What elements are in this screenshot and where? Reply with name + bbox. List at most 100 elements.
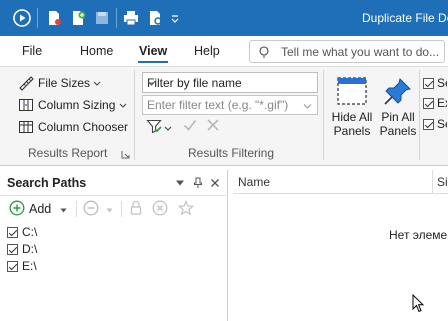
column-sizing-label: Column Sizing bbox=[38, 98, 116, 112]
lock-icon bbox=[129, 200, 143, 219]
add-path-label: Add bbox=[29, 202, 52, 216]
results-panel: Name Si Нет элеме bbox=[233, 170, 448, 321]
print-icon[interactable] bbox=[121, 8, 141, 28]
add-circle-icon bbox=[9, 200, 25, 219]
panel-menu-icon[interactable] bbox=[173, 176, 187, 190]
remove-circle-icon bbox=[83, 200, 99, 219]
path-item-label: E:\ bbox=[22, 259, 37, 273]
ribbon-group-divider bbox=[323, 70, 324, 160]
hide-all-label-line1: Hide All bbox=[331, 110, 373, 124]
filter-icon bbox=[146, 118, 162, 137]
apply-filter-icon[interactable] bbox=[183, 118, 197, 135]
hide-all-label-line2: Panels bbox=[333, 124, 371, 138]
checkbox-checked-icon[interactable] bbox=[7, 260, 18, 272]
chevron-down-icon bbox=[119, 98, 127, 112]
star-icon bbox=[177, 199, 195, 219]
filter-text-input[interactable] bbox=[143, 96, 303, 114]
results-filtering-group-label: Results Filtering bbox=[188, 146, 275, 160]
filter-options-button[interactable] bbox=[146, 118, 172, 137]
path-item-d[interactable]: D:\ bbox=[7, 241, 37, 257]
hide-panels-icon bbox=[335, 74, 369, 108]
column-header-size[interactable]: Si bbox=[437, 175, 448, 189]
window-title: Duplicate File De bbox=[362, 11, 448, 25]
column-chooser-label: Column Chooser bbox=[38, 120, 129, 134]
chevron-down-icon bbox=[303, 99, 312, 113]
pin-icon bbox=[381, 74, 415, 108]
tab-help[interactable]: Help bbox=[194, 44, 220, 58]
path-item-c[interactable]: C:\ bbox=[7, 224, 37, 240]
chevron-down-icon bbox=[60, 202, 67, 216]
mouse-cursor-icon bbox=[412, 293, 425, 316]
tell-me-placeholder: Tell me what you want to do... bbox=[281, 45, 440, 59]
search-paths-panel: Search Paths Add C:\ D:\ E:\ bbox=[0, 170, 228, 321]
print-preview-icon[interactable] bbox=[145, 8, 165, 28]
option-checkbox-3[interactable]: Se bbox=[423, 117, 447, 131]
pin-all-label-line1: Pin All bbox=[381, 110, 415, 124]
results-report-group-label: Results Report bbox=[28, 146, 108, 160]
hide-all-panels-button[interactable]: Hide All Panels bbox=[329, 74, 375, 138]
path-item-e[interactable]: E:\ bbox=[7, 258, 37, 274]
tab-file[interactable]: File bbox=[22, 44, 42, 58]
option-checkbox-3-label: Se bbox=[437, 117, 447, 131]
checkbox-checked-icon[interactable] bbox=[7, 243, 18, 255]
search-paths-header: Search Paths bbox=[0, 170, 228, 196]
option-checkbox-1[interactable]: Se bbox=[423, 76, 447, 90]
chevron-down-icon bbox=[164, 121, 172, 135]
clear-filter-icon[interactable] bbox=[206, 118, 220, 135]
dialog-launcher-icon[interactable] bbox=[121, 148, 130, 162]
empty-results-message: Нет элеме bbox=[389, 228, 448, 242]
add-path-button[interactable]: Add bbox=[9, 200, 67, 218]
tab-home[interactable]: Home bbox=[80, 44, 113, 58]
checkbox-checked-icon bbox=[423, 97, 434, 109]
column-resize-handle[interactable] bbox=[432, 170, 433, 194]
file-sizes-label: File Sizes bbox=[38, 76, 91, 90]
remove-path-button[interactable] bbox=[83, 200, 113, 218]
lock-path-button[interactable] bbox=[129, 200, 143, 218]
lightbulb-icon bbox=[257, 45, 271, 62]
column-sizing-icon bbox=[18, 97, 34, 113]
exclude-path-button[interactable] bbox=[152, 200, 168, 218]
customize-quick-access-icon[interactable] bbox=[168, 8, 182, 28]
filter-mode-select[interactable]: Filter by file name bbox=[142, 72, 318, 93]
new-search-icon[interactable] bbox=[44, 8, 64, 28]
favorite-path-button[interactable] bbox=[177, 199, 195, 219]
title-bar: Duplicate File De bbox=[0, 0, 448, 36]
path-item-label: C:\ bbox=[22, 225, 38, 239]
save-icon[interactable] bbox=[92, 8, 112, 28]
file-sizes-button[interactable]: File Sizes bbox=[18, 75, 101, 91]
option-checkbox-1-label: Se bbox=[437, 76, 447, 90]
column-chooser-icon bbox=[18, 119, 34, 135]
play-icon[interactable] bbox=[12, 8, 32, 28]
checkbox-checked-icon bbox=[423, 77, 434, 89]
column-chooser-button[interactable]: Column Chooser bbox=[18, 119, 128, 135]
ribbon-group-divider bbox=[419, 70, 420, 160]
active-tab-indicator bbox=[138, 61, 168, 63]
pin-panel-icon[interactable] bbox=[191, 176, 205, 190]
toolbar-divider bbox=[121, 201, 122, 217]
cancel-circle-icon bbox=[152, 200, 168, 219]
chevron-down-icon bbox=[106, 202, 113, 216]
ribbon-group-divider bbox=[134, 70, 135, 160]
pin-all-label-line2: Panels bbox=[379, 124, 417, 138]
checkbox-checked-icon[interactable] bbox=[7, 226, 18, 238]
tab-view[interactable]: View bbox=[139, 44, 167, 58]
path-item-label: D:\ bbox=[22, 242, 38, 256]
pin-all-panels-button[interactable]: Pin All Panels bbox=[375, 74, 421, 138]
column-sizing-button[interactable]: Column Sizing bbox=[18, 97, 127, 113]
search-paths-toolbar: Add bbox=[0, 196, 228, 222]
ruler-icon bbox=[18, 75, 34, 91]
quick-access-divider bbox=[116, 8, 117, 28]
option-checkbox-2-label: Ex bbox=[437, 96, 447, 110]
add-icon[interactable] bbox=[68, 8, 88, 28]
close-panel-icon[interactable] bbox=[208, 176, 222, 190]
chevron-down-icon bbox=[147, 76, 312, 90]
option-checkbox-2[interactable]: Ex bbox=[423, 96, 447, 110]
chevron-down-icon bbox=[93, 76, 101, 90]
column-header-name[interactable]: Name bbox=[238, 175, 270, 189]
tell-me-box[interactable]: Tell me what you want to do... bbox=[249, 40, 445, 63]
checkbox-checked-icon bbox=[423, 118, 434, 130]
results-column-header: Name Si bbox=[233, 170, 448, 194]
toolbar-divider bbox=[76, 201, 77, 217]
search-paths-title: Search Paths bbox=[7, 176, 87, 190]
filter-text-field[interactable] bbox=[142, 95, 318, 115]
